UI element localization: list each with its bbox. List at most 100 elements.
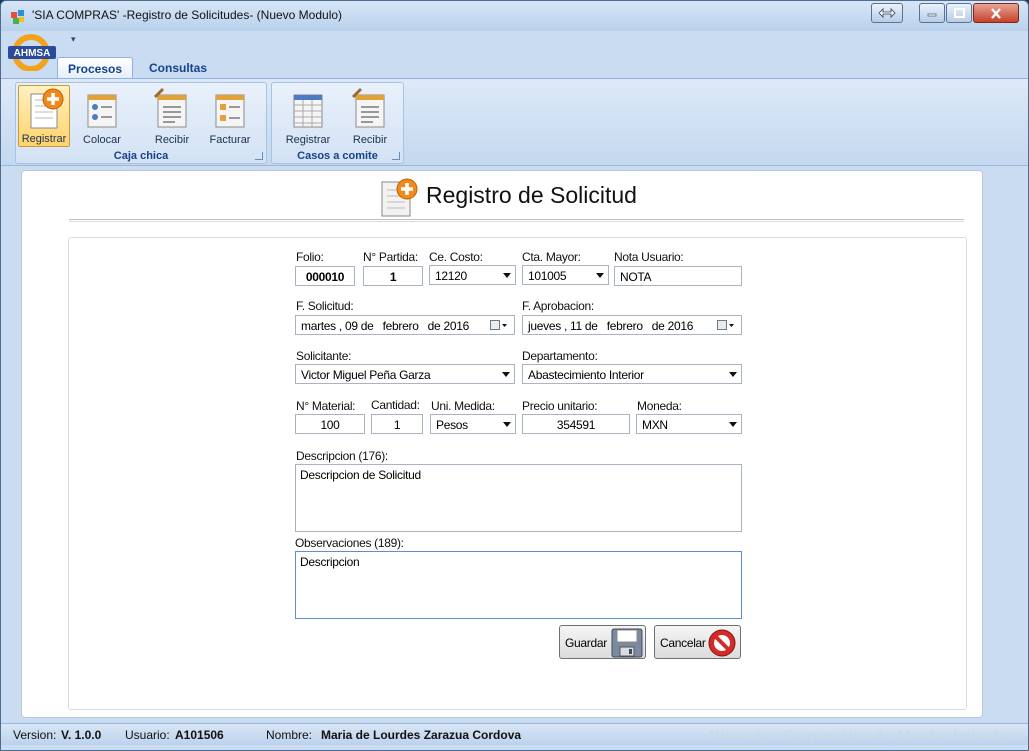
- document-add-icon: [30, 88, 64, 129]
- save-button-label: Guardar: [565, 636, 607, 650]
- app-icon: [11, 10, 24, 24]
- ce-costo-select[interactable]: 12120: [429, 265, 516, 285]
- horizontal-arrows-icon: [878, 8, 896, 18]
- f-solicitud-label: F. Solicitud:: [296, 299, 354, 313]
- observaciones-textarea[interactable]: Descripcion: [295, 551, 742, 619]
- f-solicitud-date-picker[interactable]: martes , 09 de febrero de 2016: [295, 315, 515, 335]
- f-aprobacion-date-picker[interactable]: jueves , 11 de febrero de 2016: [522, 315, 742, 335]
- ribbon-tab-bar: Procesos Consultas: [1, 53, 1028, 79]
- recibir-caja-button[interactable]: Recibir: [146, 85, 198, 147]
- partida-field[interactable]: 1: [363, 266, 423, 286]
- form-panel: Folio: 000010 N° Partida: 1 Ce. Costo: 1…: [68, 237, 967, 710]
- facturar-label: Facturar: [209, 134, 251, 146]
- colocar-button[interactable]: Colocar: [76, 85, 128, 147]
- uni-medida-label: Uni. Medida:: [431, 399, 495, 413]
- version-value: V. 1.0.0: [61, 728, 102, 742]
- tab-consultas[interactable]: Consultas: [139, 57, 217, 79]
- recibir-comite-button[interactable]: Recibir: [344, 85, 396, 147]
- chevron-down-icon: [596, 273, 604, 278]
- tab-procesos[interactable]: Procesos: [57, 57, 134, 79]
- page-title: Registro de Solicitud: [426, 182, 637, 208]
- moneda-value: MXN: [642, 418, 668, 432]
- solicitante-label: Solicitante:: [296, 349, 352, 363]
- save-button[interactable]: Guardar: [559, 625, 646, 659]
- departamento-value: Abastecimiento Interior: [528, 368, 644, 382]
- cta-mayor-select[interactable]: 101005: [522, 265, 609, 285]
- window-bottom-border: [1, 745, 1028, 750]
- registrar-caja-button[interactable]: Registrar: [18, 85, 70, 147]
- recibir-caja-label: Recibir: [154, 134, 190, 146]
- document-pen-icon: [351, 87, 385, 128]
- precio-unitario-field[interactable]: 354591: [522, 414, 630, 434]
- app-window: 'SIA COMPRAS' -Registro de Solicitudes- …: [0, 0, 1029, 751]
- chevron-down-icon: [503, 422, 511, 427]
- minimize-icon: [927, 13, 937, 17]
- user-value: A101506: [175, 728, 224, 742]
- cancel-icon: [708, 629, 736, 657]
- folio-field[interactable]: 000010: [295, 266, 355, 286]
- descripcion-label: Descripcion (176):: [296, 449, 388, 463]
- group-label-casos-comite: Casos a comite: [297, 150, 378, 162]
- ce-costo-label: Ce. Costo:: [429, 250, 483, 264]
- f-aprobacion-month: febrero: [606, 319, 643, 333]
- cta-mayor-label: Cta. Mayor:: [522, 250, 581, 264]
- casos-comite-launcher-icon[interactable]: [392, 152, 400, 160]
- solicitante-select[interactable]: Victor Miguel Peña Garza: [295, 364, 515, 384]
- caja-chica-launcher-icon[interactable]: [255, 152, 263, 160]
- f-aprobacion-day: jueves: [528, 319, 561, 333]
- close-button[interactable]: [973, 3, 1019, 23]
- ribbon-group-caja-chica: Registrar Colocar Recibir Facturar Caja …: [15, 82, 267, 164]
- departamento-select[interactable]: Abastecimiento Interior: [522, 364, 742, 384]
- user-label: Usuario:: [125, 728, 170, 742]
- uni-medida-value: Pesos: [436, 418, 468, 432]
- f-solicitud-month: febrero: [382, 319, 419, 333]
- department-watermark: Direccion Corporativa de Abastecimientos: [708, 729, 1016, 744]
- recibir-comite-label: Recibir: [352, 134, 388, 146]
- f-solicitud-date: 09 de: [345, 319, 374, 333]
- window-title: 'SIA COMPRAS' -Registro de Solicitudes- …: [32, 8, 343, 22]
- ribbon-panel: Registrar Colocar Recibir Facturar Caja …: [1, 78, 1028, 166]
- partida-label: N° Partida:: [363, 250, 418, 264]
- f-aprobacion-date: 11 de: [570, 319, 598, 333]
- document-grid-icon: [293, 94, 323, 128]
- f-aprobacion-year: de 2016: [651, 319, 694, 333]
- floppy-disk-icon: [611, 628, 643, 658]
- ribbon-group-casos-comite: Registrar Recibir Casos a comite: [271, 82, 404, 164]
- document-users-icon: [87, 94, 117, 128]
- content-panel: Registro de Solicitud Folio: 000010 N° P…: [21, 170, 983, 718]
- registrar-comite-button[interactable]: Registrar: [282, 85, 334, 147]
- nota-usuario-field[interactable]: NOTA: [614, 266, 742, 286]
- solicitante-value: Victor Miguel Peña Garza: [301, 368, 431, 382]
- cantidad-label: Cantidad:: [371, 398, 420, 412]
- moneda-select[interactable]: MXN: [636, 414, 742, 434]
- material-field[interactable]: 100: [295, 414, 365, 434]
- precio-unitario-label: Precio unitario:: [522, 399, 598, 413]
- minimize-button[interactable]: [919, 3, 945, 23]
- f-solicitud-day: martes: [301, 319, 336, 333]
- maximize-icon: [953, 8, 965, 18]
- cantidad-field[interactable]: 1: [371, 414, 423, 434]
- material-label: N° Material:: [296, 399, 356, 413]
- document-add-icon: [381, 178, 418, 217]
- moneda-label: Moneda:: [637, 399, 682, 413]
- close-icon: [991, 7, 1001, 19]
- calendar-icon[interactable]: [490, 320, 508, 331]
- version-label: Version:: [13, 728, 57, 742]
- resize-button[interactable]: [871, 3, 903, 23]
- chevron-down-icon: [503, 273, 511, 278]
- group-label-caja-chica: Caja chica: [113, 150, 169, 162]
- maximize-button[interactable]: [946, 3, 972, 23]
- uni-medida-select[interactable]: Pesos: [430, 414, 516, 434]
- registrar-caja-label: Registrar: [21, 133, 67, 145]
- facturar-button[interactable]: Facturar: [204, 85, 256, 147]
- chevron-down-icon: [502, 372, 510, 377]
- registrar-comite-label: Registrar: [285, 134, 331, 146]
- descripcion-textarea[interactable]: Descripcion de Solicitud: [295, 464, 742, 532]
- observaciones-label: Observaciones (189):: [295, 536, 404, 550]
- cta-mayor-value: 101005: [528, 269, 567, 283]
- departamento-label: Departamento:: [522, 349, 598, 363]
- quick-access-dropdown-icon[interactable]: ▾: [71, 34, 76, 45]
- nota-usuario-label: Nota Usuario:: [614, 250, 684, 264]
- calendar-icon[interactable]: [717, 320, 735, 331]
- cancel-button[interactable]: Cancelar: [654, 625, 741, 659]
